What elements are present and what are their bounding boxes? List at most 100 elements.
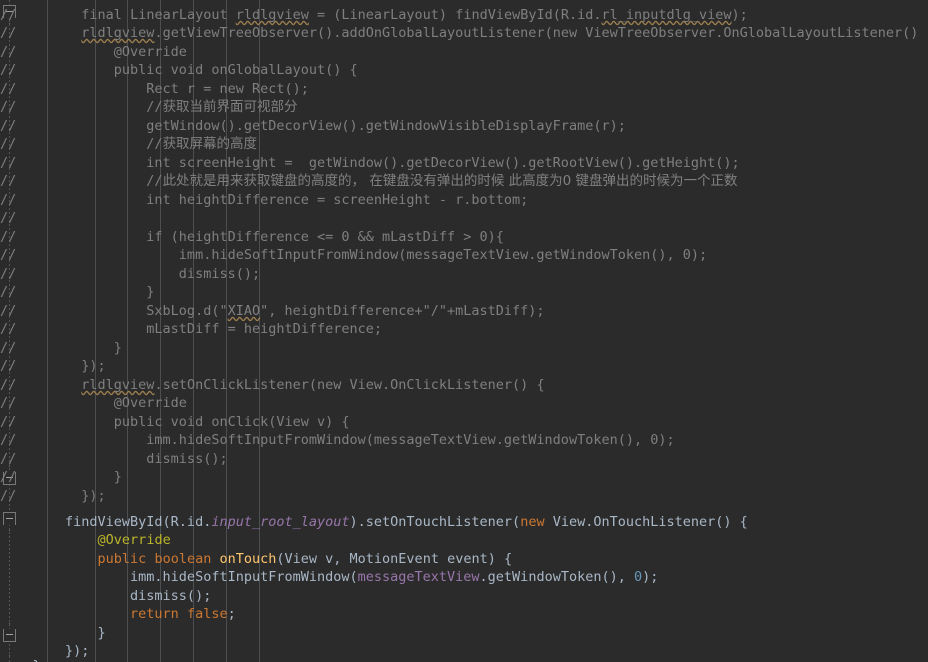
code-token: .setOnClickListener(new View.OnClickList… bbox=[154, 377, 545, 393]
code-line[interactable]: // public void onClick(View v) { bbox=[0, 413, 350, 431]
code-token: // public void onClick(View v) { bbox=[0, 414, 350, 430]
code-line[interactable]: // bbox=[0, 209, 16, 227]
code-token: rl_inputdlg_view bbox=[601, 7, 732, 23]
code-token: return false bbox=[130, 606, 228, 622]
code-token: messageTextView bbox=[357, 569, 480, 585]
code-line[interactable]: // Rect r = new Rect(); bbox=[0, 80, 309, 98]
code-token: View.OnTouchListener() { bbox=[544, 514, 748, 530]
code-token: // bbox=[0, 210, 17, 226]
code-line[interactable]: // //此处就是用来获取键盘的高度的， 在键盘没有弹出的时候 此高度为0 键盘… bbox=[0, 172, 738, 190]
code-token: @Override bbox=[97, 532, 171, 548]
code-token: // dismiss(); bbox=[0, 451, 228, 467]
code-token: ); bbox=[642, 569, 659, 585]
code-line[interactable]: // //获取屏幕的高度 bbox=[0, 135, 257, 153]
code-token: // } bbox=[0, 284, 155, 300]
code-token: 此处就是用来获取键盘的高度的， 在键盘没有弹出的时候 此高度为0 键盘弹出的时候… bbox=[162, 173, 738, 189]
code-token: // @Override bbox=[0, 44, 187, 60]
code-line[interactable]: // if (heightDifference <= 0 && mLastDif… bbox=[0, 228, 504, 246]
code-token: // if (heightDifference <= 0 && mLastDif… bbox=[0, 229, 504, 245]
code-line[interactable]: } bbox=[0, 624, 106, 642]
code-token: public boolean bbox=[97, 551, 212, 567]
code-token: // // bbox=[0, 99, 163, 115]
code-line[interactable]: // rldlgview.setOnClickListener(new View… bbox=[0, 376, 545, 394]
code-token: // Rect r = new Rect(); bbox=[0, 81, 309, 97]
code-token: // bbox=[0, 7, 82, 23]
code-line[interactable]: findViewById(R.id.input_root_layout).set… bbox=[0, 513, 748, 531]
code-token: // getWindow().getDecorView().getWindowV… bbox=[0, 118, 626, 134]
code-line[interactable]: // @Override bbox=[0, 394, 187, 412]
code-token: rldlgview bbox=[81, 25, 155, 41]
code-token: // SxbLog.d(" bbox=[0, 303, 228, 319]
code-token: (View v, MotionEvent event) { bbox=[276, 551, 513, 567]
code-token: = (LinearLayout) findViewById(R.id. bbox=[308, 7, 602, 23]
code-token: ); bbox=[731, 7, 748, 23]
code-line[interactable]: // final LinearLayout rldlgview = (Linea… bbox=[0, 6, 748, 24]
code-token: final bbox=[81, 7, 131, 23]
code-token: // int screenHeight = getWindow().getDec… bbox=[0, 155, 740, 171]
code-token: // // bbox=[0, 136, 163, 152]
code-token: 获取屏幕的高度 bbox=[162, 136, 258, 152]
code-token: 获取当前界面可视部分 bbox=[162, 99, 298, 115]
code-token: // imm.hideSoftInputFromWindow(messageTe… bbox=[0, 432, 675, 448]
code-token: // } bbox=[0, 469, 122, 485]
code-token: // }); bbox=[0, 358, 106, 374]
code-line[interactable]: // public void onGlobalLayout() { bbox=[0, 61, 358, 79]
code-token: // }); bbox=[0, 488, 106, 504]
code-token: onTouch bbox=[219, 551, 277, 567]
code-token: // mLastDiff = heightDifference; bbox=[0, 321, 383, 337]
code-token: rldlgview bbox=[235, 7, 309, 23]
code-token: // imm.hideSoftInputFromWindow(messageTe… bbox=[0, 247, 708, 263]
code-token: 0 bbox=[633, 569, 643, 585]
code-token: imm.hideSoftInputFromWindow( bbox=[0, 569, 358, 585]
code-token: // int heightDifference = screenHeight -… bbox=[0, 192, 529, 208]
code-line[interactable]: // dismiss(); bbox=[0, 450, 228, 468]
code-token: } bbox=[0, 658, 41, 662]
code-line[interactable]: // getWindow().getDecorView().getWindowV… bbox=[0, 117, 626, 135]
code-line[interactable]: // @Override bbox=[0, 43, 187, 61]
code-line[interactable]: // imm.hideSoftInputFromWindow(messageTe… bbox=[0, 431, 675, 449]
code-token: // public void onGlobalLayout() { bbox=[0, 62, 358, 78]
code-token: findViewById(R.id. bbox=[0, 514, 212, 530]
code-line[interactable]: @Override bbox=[0, 531, 171, 549]
code-line[interactable]: // mLastDiff = heightDifference; bbox=[0, 320, 382, 338]
code-token: // } bbox=[0, 340, 122, 356]
code-line[interactable]: // int screenHeight = getWindow().getDec… bbox=[0, 154, 740, 172]
code-line[interactable]: // } bbox=[0, 339, 122, 357]
code-token: .getWindowToken(), bbox=[479, 569, 634, 585]
code-token: // @Override bbox=[0, 395, 187, 411]
code-token: // bbox=[0, 25, 82, 41]
code-line[interactable]: // dismiss(); bbox=[0, 265, 260, 283]
code-token: } bbox=[0, 625, 106, 641]
code-line[interactable]: // rldlgview.getViewTreeObserver().addOn… bbox=[0, 24, 928, 42]
code-line[interactable]: public boolean onTouch(View v, MotionEve… bbox=[0, 550, 513, 568]
code-line[interactable]: // } bbox=[0, 283, 154, 301]
code-token: XIAO bbox=[227, 303, 261, 319]
code-token: // // bbox=[0, 173, 163, 189]
code-token: ; bbox=[227, 606, 236, 622]
code-line[interactable]: // //获取当前界面可视部分 bbox=[0, 98, 298, 116]
code-token: // bbox=[0, 377, 82, 393]
code-token: ", heightDifference+"/"+mLastDiff); bbox=[260, 303, 545, 319]
code-line[interactable]: // } bbox=[0, 468, 122, 486]
code-line[interactable]: return false; bbox=[0, 605, 236, 623]
code-line[interactable]: // imm.hideSoftInputFromWindow(messageTe… bbox=[0, 246, 707, 264]
code-line[interactable]: // }); bbox=[0, 487, 106, 505]
code-token: dismiss(); bbox=[0, 588, 212, 604]
code-token: new bbox=[520, 514, 545, 530]
code-line[interactable]: } bbox=[0, 657, 41, 662]
code-line[interactable]: dismiss(); bbox=[0, 587, 211, 605]
code-line[interactable]: imm.hideSoftInputFromWindow(messageTextV… bbox=[0, 568, 658, 586]
code-line[interactable]: // SxbLog.d("XIAO", heightDifference+"/"… bbox=[0, 302, 545, 320]
code-line[interactable]: // }); bbox=[0, 357, 106, 375]
code-editor[interactable]: // final LinearLayout rldlgview = (Linea… bbox=[0, 0, 928, 662]
code-token: rldlgview bbox=[81, 377, 155, 393]
code-token: // dismiss(); bbox=[0, 266, 261, 282]
code-line[interactable]: // int heightDifference = screenHeight -… bbox=[0, 191, 528, 209]
code-text-layer[interactable]: // final LinearLayout rldlgview = (Linea… bbox=[0, 0, 928, 662]
code-token: input_root_layout bbox=[211, 514, 350, 530]
code-token: .getViewTreeObserver().addOnGlobalLayout… bbox=[154, 25, 928, 41]
code-token: ).setOnTouchListener( bbox=[349, 514, 521, 530]
